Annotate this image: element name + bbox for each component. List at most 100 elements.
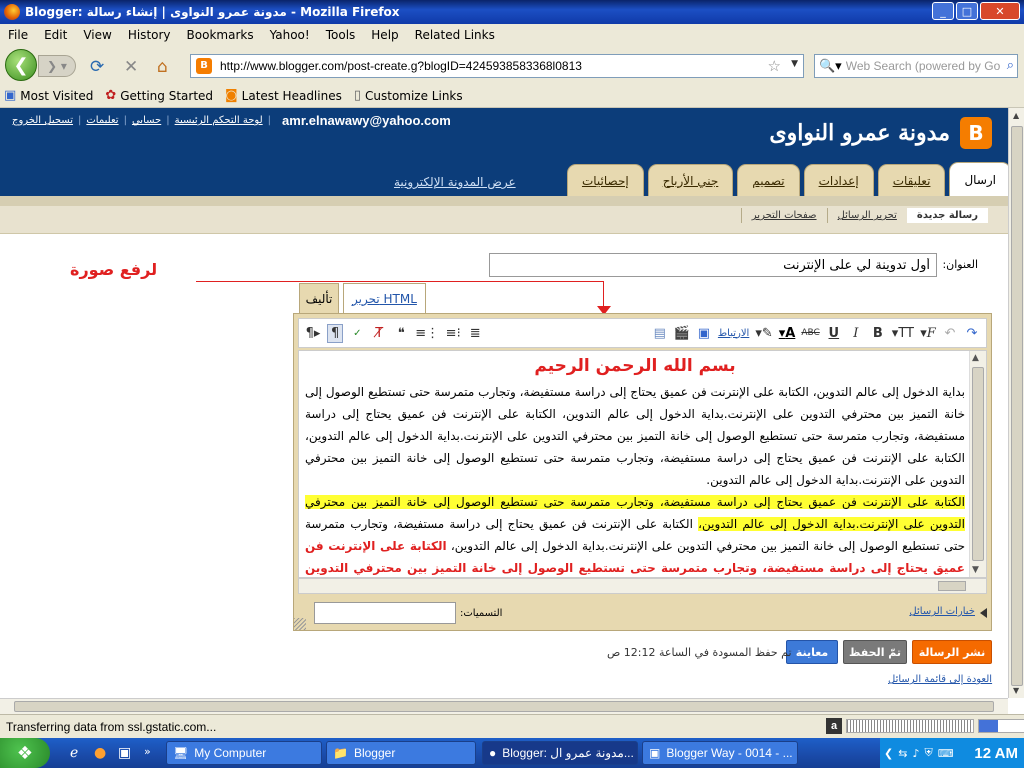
tab-settings[interactable]: إعدادات: [803, 164, 874, 196]
forward-button[interactable]: ❯ ▾: [38, 55, 76, 77]
start-button[interactable]: ❖: [0, 738, 50, 768]
scroll-up-icon[interactable]: ▲: [1013, 111, 1019, 120]
link-button[interactable]: الارتباط: [718, 328, 749, 339]
search-engine-icon[interactable]: 🔍▾: [819, 59, 842, 74]
bookmark-star-icon[interactable]: ☆: [768, 57, 781, 75]
tab-monetize[interactable]: جني الأرباح: [647, 164, 734, 196]
task-blogger-firefox[interactable]: ● Blogger: مدونة عمرو ال...: [482, 741, 638, 765]
undo-icon[interactable]: ↶: [942, 326, 958, 341]
menu-yahoo[interactable]: Yahoo!: [270, 28, 310, 42]
scroll-down-icon[interactable]: ▼: [1013, 686, 1019, 695]
underline-button[interactable]: U: [826, 326, 842, 341]
close-button[interactable]: ✕: [980, 2, 1020, 20]
stop-icon[interactable]: ✕: [124, 57, 138, 77]
task-my-computer[interactable]: 🖥 My Computer: [166, 741, 322, 765]
scroll-down-icon[interactable]: ▼: [972, 565, 979, 575]
scroll-thumb[interactable]: [972, 367, 984, 561]
strikethrough-button[interactable]: ABC: [801, 328, 819, 338]
tab-comments[interactable]: تعليقات: [877, 164, 946, 196]
highlight-color-icon[interactable]: ✎▾: [755, 326, 772, 341]
tab-compose[interactable]: تأليف: [299, 283, 339, 313]
blogger-logo-icon[interactable]: B: [960, 117, 992, 149]
save-now-button[interactable]: تمّ الحفظ: [843, 640, 907, 664]
post-body[interactable]: بسم الله الرحمن الرحيم بداية الدخول إلى …: [305, 351, 965, 577]
account-link[interactable]: حسابي: [132, 115, 161, 126]
text-color-button[interactable]: A▾: [779, 326, 796, 341]
italic-button[interactable]: I: [848, 326, 864, 341]
address-bar[interactable]: B http://www.blogger.com/post-create.g?b…: [190, 54, 804, 78]
preview-button[interactable]: معاينة: [786, 640, 838, 664]
insert-image-icon[interactable]: ▣: [696, 326, 712, 341]
tray-expand-icon[interactable]: ❮: [884, 747, 893, 760]
page-vertical-scrollbar[interactable]: ▲ ▼: [1008, 108, 1024, 698]
home-icon[interactable]: ⌂: [157, 57, 168, 77]
spellcheck-icon[interactable]: ✓: [349, 328, 365, 339]
editor-horizontal-scrollbar[interactable]: [298, 578, 987, 594]
labels-input[interactable]: [314, 602, 456, 624]
logout-link[interactable]: تسجيل الخروج: [12, 115, 73, 126]
align-right-icon[interactable]: ≣: [467, 326, 483, 341]
post-options-link[interactable]: خيارات الرسائل: [909, 606, 975, 617]
minimize-button[interactable]: _: [932, 2, 954, 20]
blockquote-icon[interactable]: ❝: [393, 326, 409, 341]
subtab-edit-posts[interactable]: تحرير الرسائل: [826, 208, 907, 223]
tab-posting[interactable]: ارسال: [949, 162, 1011, 196]
insert-video-icon[interactable]: 🎬: [674, 326, 690, 341]
view-blog-link[interactable]: عرض المدونة الإلكترونية: [394, 175, 516, 189]
scroll-up-icon[interactable]: ▲: [972, 353, 979, 363]
expand-arrow-icon[interactable]: [980, 608, 987, 618]
back-button[interactable]: ❮: [5, 49, 37, 81]
publish-post-button[interactable]: نشر الرسالة: [912, 640, 992, 664]
firefox-quicklaunch-icon[interactable]: ●: [94, 745, 106, 761]
bold-button[interactable]: B: [870, 326, 886, 341]
network-icon[interactable]: ⇆: [898, 747, 907, 760]
menu-file[interactable]: File: [8, 28, 28, 42]
menu-tools[interactable]: Tools: [326, 28, 356, 42]
rtl-direction-icon[interactable]: ¶: [327, 323, 344, 343]
remove-format-icon[interactable]: T̸: [371, 326, 387, 341]
menu-related-links[interactable]: Related Links: [415, 28, 495, 42]
ltr-direction-icon[interactable]: ▸¶: [305, 326, 321, 341]
editor-content[interactable]: بسم الله الرحمن الرحيم بداية الدخول إلى …: [298, 350, 987, 578]
search-icon[interactable]: ⌕: [1007, 58, 1014, 73]
page-horizontal-scrollbar[interactable]: [0, 698, 1008, 714]
tab-layout[interactable]: تصميم: [737, 164, 800, 196]
font-size-button[interactable]: TT▾: [892, 326, 914, 341]
addon-icon[interactable]: a: [826, 718, 842, 734]
dashboard-link[interactable]: لوحة التحكم الرئيسية: [175, 115, 263, 126]
help-link[interactable]: تعليمات: [86, 115, 118, 126]
jump-break-icon[interactable]: ▤: [652, 326, 668, 341]
bookmark-latest-headlines[interactable]: ◙ Latest Headlines: [225, 88, 342, 103]
redo-icon[interactable]: ↷: [964, 326, 980, 341]
media-icon[interactable]: ▣: [118, 745, 131, 761]
security-icon[interactable]: ⛨: [924, 746, 932, 760]
bookmark-most-visited[interactable]: ▣ Most Visited: [4, 88, 93, 103]
scroll-thumb[interactable]: [938, 581, 966, 591]
volume-icon[interactable]: ♪: [912, 747, 919, 760]
menu-help[interactable]: Help: [371, 28, 398, 42]
post-title-input[interactable]: [489, 253, 937, 277]
resize-grip-icon[interactable]: [294, 618, 306, 630]
ie-icon[interactable]: ℯ: [70, 745, 78, 761]
bookmark-getting-started[interactable]: ✿ Getting Started: [105, 88, 213, 103]
task-blogger-folder[interactable]: 📁 Blogger: [326, 741, 476, 765]
scroll-thumb[interactable]: [14, 701, 994, 712]
menu-edit[interactable]: Edit: [44, 28, 67, 42]
menu-history[interactable]: History: [128, 28, 171, 42]
editor-vertical-scrollbar[interactable]: ▲ ▼: [969, 351, 986, 577]
more-quicklaunch-icon[interactable]: »: [144, 745, 151, 758]
bookmark-customize-links[interactable]: ▯ Customize Links: [354, 88, 463, 103]
reload-icon[interactable]: ⟳: [90, 57, 104, 77]
search-box[interactable]: 🔍▾ Web Search (powered by Go ⌕: [814, 54, 1018, 78]
menu-bookmarks[interactable]: Bookmarks: [187, 28, 254, 42]
numbered-list-icon[interactable]: ⁝≡: [445, 326, 461, 341]
back-to-posts-link[interactable]: العودة إلى قائمة الرسائل: [888, 674, 992, 685]
tab-edit-html[interactable]: تحرير HTML: [343, 283, 426, 313]
subtab-edit-pages[interactable]: صفحات التحرير: [740, 208, 827, 223]
maximize-button[interactable]: □: [956, 2, 978, 20]
language-icon[interactable]: ⌨: [938, 747, 954, 760]
tab-stats[interactable]: إحصائيات: [566, 164, 644, 196]
font-family-button[interactable]: F▾: [920, 326, 936, 341]
scroll-thumb[interactable]: [1011, 126, 1023, 686]
task-blogger-way[interactable]: ▣ Blogger Way - 0014 - ...: [642, 741, 798, 765]
